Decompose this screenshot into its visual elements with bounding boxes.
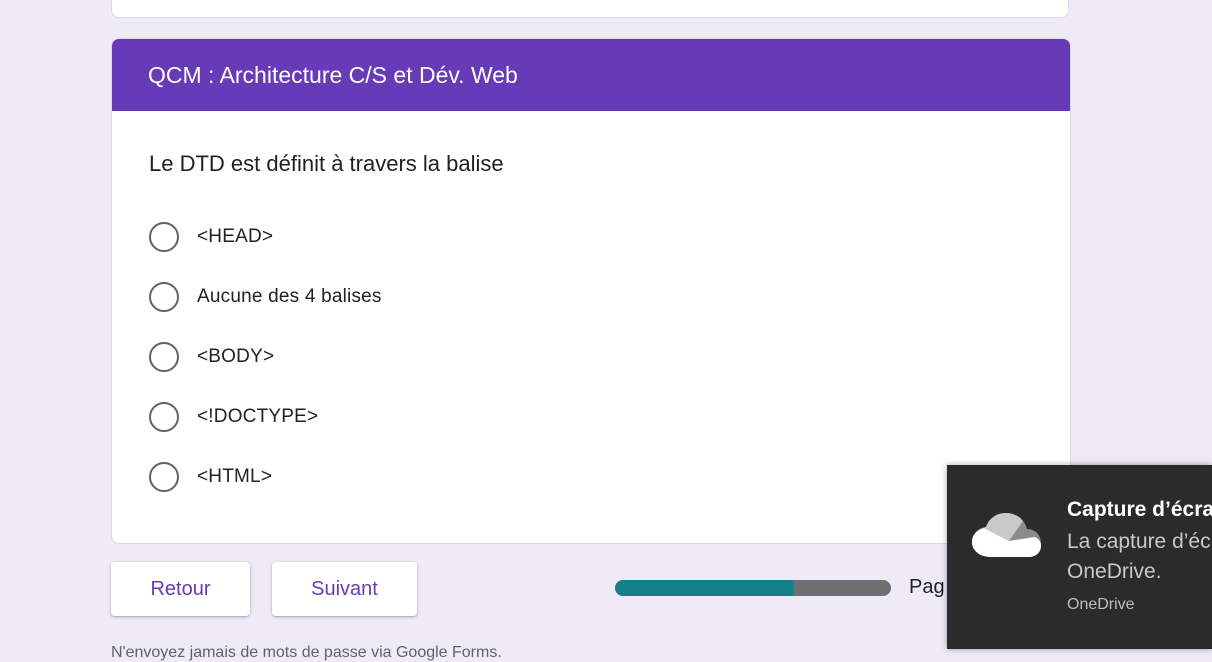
option-label: <HTML>	[197, 466, 273, 487]
page-indicator: Pag	[909, 576, 945, 598]
option-label: <BODY>	[197, 346, 275, 367]
section-card: QCM : Architecture C/S et Dév. Web Le DT…	[111, 38, 1071, 544]
section-title: QCM : Architecture C/S et Dév. Web	[112, 39, 1070, 111]
option-html[interactable]: <HTML>	[149, 447, 382, 507]
radio-button[interactable]	[149, 462, 179, 492]
option-label: Aucune des 4 balises	[197, 286, 382, 307]
next-button[interactable]: Suivant	[272, 562, 417, 616]
notification-body-line: OneDrive.	[1067, 560, 1162, 583]
onedrive-notification[interactable]: Capture d’écran La capture d’écran OneDr…	[947, 465, 1212, 649]
onedrive-cloud-icon	[972, 513, 1041, 557]
radio-button[interactable]	[149, 342, 179, 372]
progress-bar-fill	[615, 580, 795, 596]
option-none[interactable]: Aucune des 4 balises	[149, 267, 382, 327]
option-head[interactable]: <HEAD>	[149, 207, 382, 267]
radio-button[interactable]	[149, 402, 179, 432]
answer-options: <HEAD> Aucune des 4 balises <BODY> <!DOC…	[149, 207, 382, 507]
option-label: <HEAD>	[197, 226, 274, 247]
notification-body-line: La capture d’écran	[1067, 530, 1212, 553]
notification-body: La capture d’écran OneDrive.	[1067, 527, 1212, 587]
option-label: <!DOCTYPE>	[197, 406, 319, 427]
progress-bar	[615, 580, 891, 596]
notification-title: Capture d’écran	[1067, 498, 1212, 521]
option-doctype[interactable]: <!DOCTYPE>	[149, 387, 382, 447]
radio-button[interactable]	[149, 222, 179, 252]
option-body[interactable]: <BODY>	[149, 327, 382, 387]
previous-section-card	[111, 0, 1069, 18]
radio-button[interactable]	[149, 282, 179, 312]
question-text: Le DTD est définit à travers la balise	[149, 151, 504, 176]
password-warning: N'envoyez jamais de mots de passe via Go…	[111, 644, 502, 661]
notification-source: OneDrive	[1067, 596, 1135, 613]
back-button[interactable]: Retour	[111, 562, 250, 616]
